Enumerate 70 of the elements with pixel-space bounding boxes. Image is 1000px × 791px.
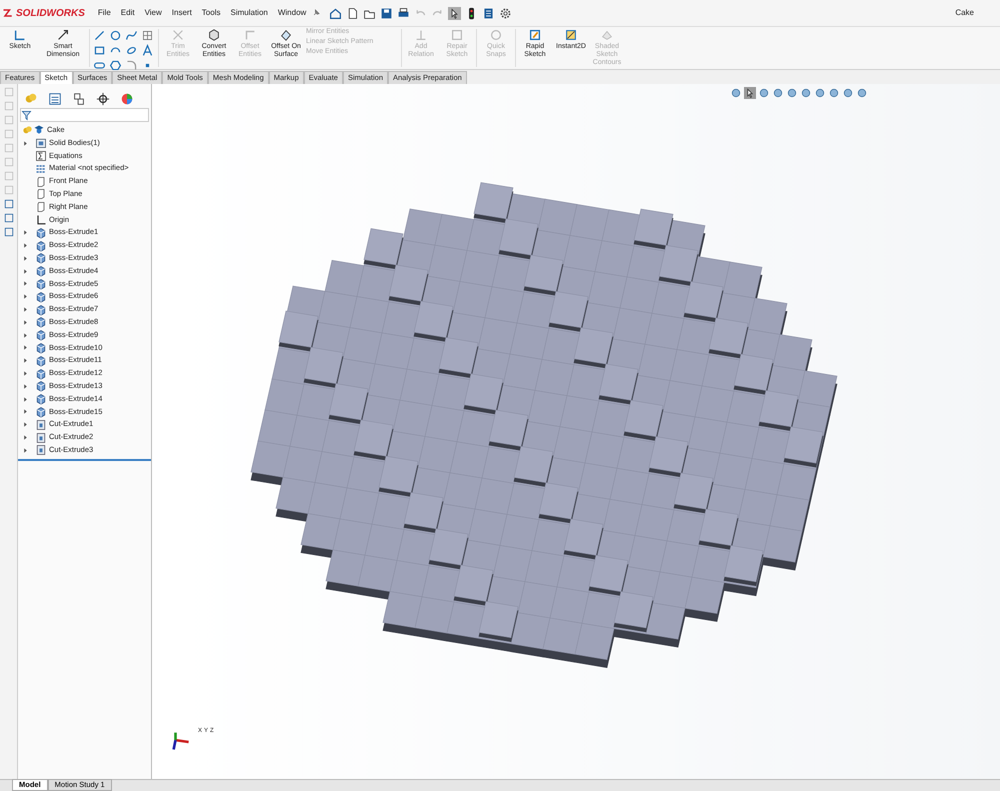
rapid-sketch-icon (528, 28, 542, 42)
line-icon[interactable] (93, 29, 106, 42)
extrude-icon (35, 393, 47, 406)
view-tool-icon[interactable] (2, 198, 14, 210)
expand-arrow-icon[interactable] (22, 140, 29, 147)
extrude-icon (35, 354, 47, 367)
configuration-icon[interactable] (72, 92, 86, 106)
view-tool-icon[interactable] (2, 226, 14, 238)
extrude-icon (35, 290, 47, 303)
cut-extrude-icon (35, 432, 47, 444)
menu-item[interactable]: Window (272, 7, 312, 19)
home-icon[interactable] (329, 6, 342, 20)
select-pointer-icon[interactable] (448, 6, 462, 20)
pin-icon[interactable] (311, 8, 322, 18)
settings-icon[interactable] (499, 6, 512, 20)
sketch-icon (13, 28, 27, 42)
menu-item[interactable]: Simulation (225, 7, 273, 19)
polygon-icon[interactable] (109, 59, 122, 72)
print-icon[interactable] (397, 6, 410, 20)
instant2d-icon (564, 28, 578, 42)
material-icon (35, 162, 47, 175)
list-icon[interactable] (48, 92, 62, 106)
extrude-icon (35, 252, 47, 264)
text-icon[interactable] (141, 44, 154, 57)
menu-item[interactable]: File (92, 7, 116, 19)
filter-field[interactable] (20, 108, 149, 122)
rectangle-icon[interactable] (93, 44, 106, 57)
extrude-icon (35, 240, 47, 252)
spline-icon[interactable] (125, 29, 138, 42)
origin-icon (35, 214, 47, 226)
folder-icon (35, 137, 47, 150)
cut-extrude-icon (35, 444, 47, 456)
offset-icon (243, 28, 257, 42)
extrude-icon (35, 304, 47, 316)
cut-extrude-icon (35, 418, 47, 431)
menu-item[interactable]: Edit (116, 7, 140, 19)
crosshair-icon[interactable] (96, 92, 110, 106)
extrude-icon (35, 278, 47, 290)
extrude-icon (35, 265, 47, 278)
view-tool-icon[interactable] (2, 212, 14, 224)
grid-icon[interactable] (141, 29, 154, 42)
new-document-icon[interactable] (346, 6, 360, 20)
menu-item[interactable]: Tools (196, 7, 226, 19)
select-pointer-icon[interactable] (744, 87, 756, 99)
assembly-icon (22, 124, 33, 136)
file-properties-icon[interactable] (482, 6, 496, 20)
logo-icon (2, 7, 14, 19)
app-logo: SOLIDWORKS (16, 6, 85, 20)
extrude-icon (35, 329, 47, 342)
extrude-icon (35, 368, 47, 380)
extrude-icon (35, 406, 47, 418)
document-title: Cake (955, 7, 974, 19)
menu-item[interactable]: View (140, 7, 167, 19)
equations-icon (35, 150, 47, 162)
repair-icon (450, 28, 464, 42)
fillet-icon[interactable] (125, 59, 138, 72)
save-icon[interactable] (380, 6, 394, 20)
extrude-icon (35, 316, 47, 328)
dimension-icon (56, 28, 70, 42)
relation-icon (414, 28, 428, 42)
extrude-icon (35, 226, 47, 239)
circle-icon[interactable] (109, 29, 122, 42)
part-icon (33, 124, 45, 136)
ellipse-icon[interactable] (125, 44, 138, 57)
extrude-icon (35, 342, 47, 354)
trim-icon (171, 28, 185, 42)
menu-item[interactable]: Insert (166, 7, 197, 19)
filter-icon (21, 110, 32, 120)
extrude-icon (35, 380, 47, 392)
snap-icon (489, 28, 503, 42)
